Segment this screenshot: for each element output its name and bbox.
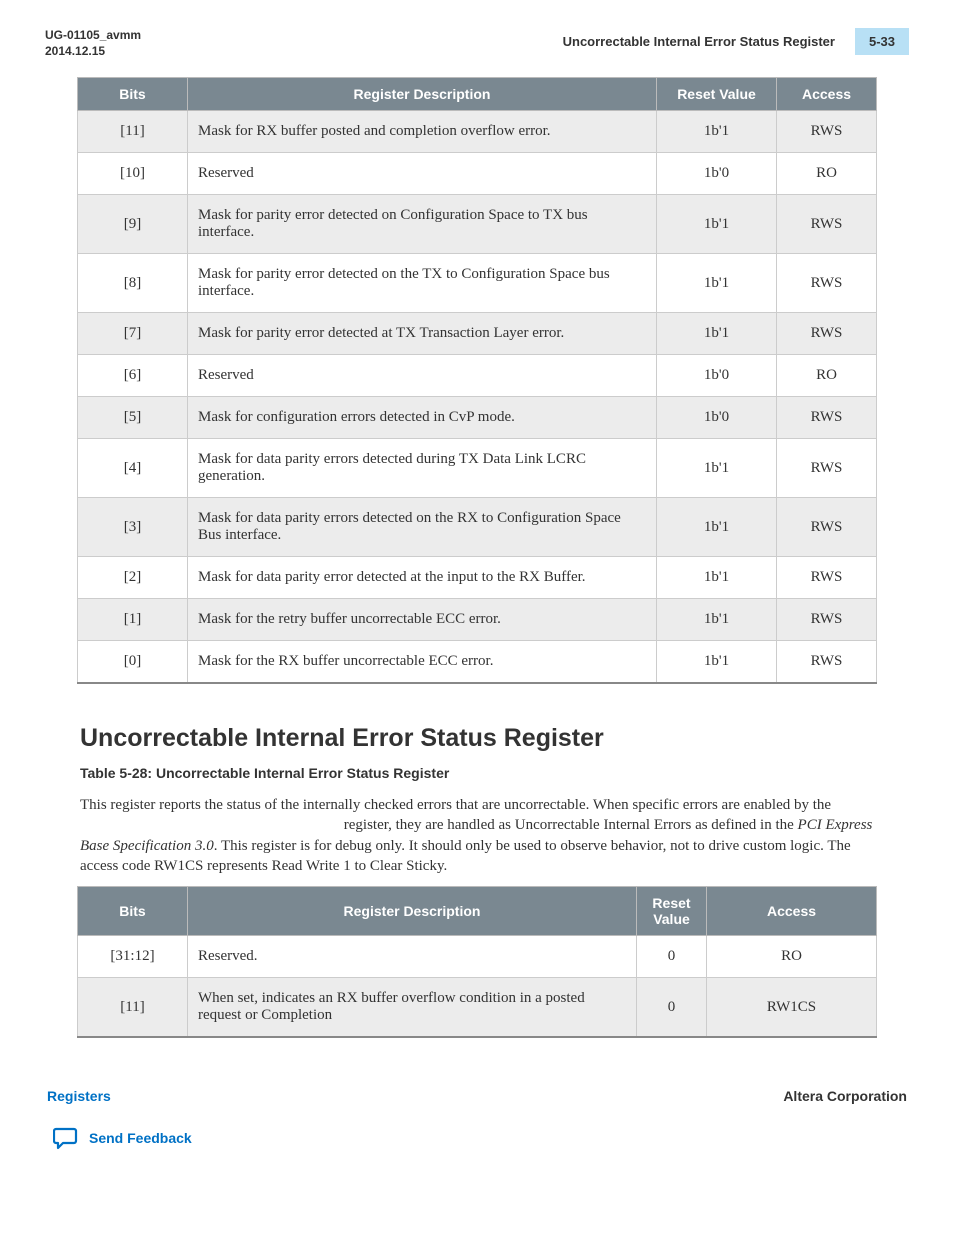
col-reset: Reset Value [637, 887, 707, 936]
cell-bits: [31:12] [78, 936, 188, 978]
cell-reset: 0 [637, 978, 707, 1038]
cell-access: RWS [777, 397, 877, 439]
cell-reset: 1b'0 [657, 153, 777, 195]
cell-bits: [11] [78, 978, 188, 1038]
cell-reset: 1b'1 [657, 641, 777, 684]
table-header-row: Bits Register Description Reset Value Ac… [78, 887, 877, 936]
page-footer: Registers Altera Corporation [45, 1088, 909, 1104]
cell-reset: 1b'1 [657, 439, 777, 498]
cell-access: RWS [777, 599, 877, 641]
cell-desc: Mask for data parity errors detected on … [188, 498, 657, 557]
cell-bits: [3] [78, 498, 188, 557]
col-access: Access [707, 887, 877, 936]
cell-access: RO [777, 153, 877, 195]
cell-reset: 1b'1 [657, 498, 777, 557]
cell-access: RWS [777, 313, 877, 355]
cell-bits: [7] [78, 313, 188, 355]
cell-desc: Mask for the RX buffer uncorrectable ECC… [188, 641, 657, 684]
feedback-icon [53, 1126, 79, 1150]
cell-desc: Mask for the retry buffer uncorrectable … [188, 599, 657, 641]
cell-access: RO [777, 355, 877, 397]
table-row: [11]Mask for RX buffer posted and comple… [78, 111, 877, 153]
page-header: UG-01105_avmm 2014.12.15 Uncorrectable I… [45, 28, 909, 59]
table-caption: Table 5-28: Uncorrectable Internal Error… [80, 765, 909, 781]
table-row: [6]Reserved1b'0RO [78, 355, 877, 397]
cell-desc: Mask for parity error detected on the TX… [188, 254, 657, 313]
table-row: [4]Mask for data parity errors detected … [78, 439, 877, 498]
table-row: [2]Mask for data parity error detected a… [78, 557, 877, 599]
cell-access: RWS [777, 557, 877, 599]
cell-desc: Mask for data parity error detected at t… [188, 557, 657, 599]
cell-reset: 1b'1 [657, 254, 777, 313]
table-row: [8]Mask for parity error detected on the… [78, 254, 877, 313]
cell-access: RWS [777, 439, 877, 498]
send-feedback-link[interactable]: Send Feedback [45, 1126, 909, 1150]
register-table-status: Bits Register Description Reset Value Ac… [77, 886, 877, 1038]
page-number: 5-33 [855, 28, 909, 55]
col-access: Access [777, 78, 877, 111]
table-row: [9]Mask for parity error detected on Con… [78, 195, 877, 254]
cell-access: RWS [777, 254, 877, 313]
doc-id: UG-01105_avmm [45, 28, 141, 44]
footer-chapter: Registers [47, 1088, 111, 1104]
table-header-row: Bits Register Description Reset Value Ac… [78, 78, 877, 111]
section-paragraph: This register reports the status of the … [80, 795, 874, 876]
cell-desc: Reserved. [188, 936, 637, 978]
cell-access: RWS [777, 498, 877, 557]
table-row: [3]Mask for data parity errors detected … [78, 498, 877, 557]
cell-reset: 1b'1 [657, 195, 777, 254]
col-desc: Register Description [188, 78, 657, 111]
table-row: [31:12]Reserved.0RO [78, 936, 877, 978]
register-table-mask: Bits Register Description Reset Value Ac… [77, 77, 877, 684]
table-row: [7]Mask for parity error detected at TX … [78, 313, 877, 355]
cell-desc: Mask for data parity errors detected dur… [188, 439, 657, 498]
cell-access: RWS [777, 111, 877, 153]
header-section-title: Uncorrectable Internal Error Status Regi… [563, 28, 855, 55]
col-desc: Register Description [188, 887, 637, 936]
cell-reset: 1b'1 [657, 111, 777, 153]
para-text: register, they are handled as Uncorrecta… [344, 817, 798, 833]
cell-access: RWS [777, 195, 877, 254]
feedback-label: Send Feedback [89, 1130, 192, 1146]
table-row: [11]When set, indicates an RX buffer ove… [78, 978, 877, 1038]
cell-reset: 1b'0 [657, 397, 777, 439]
cell-desc: When set, indicates an RX buffer overflo… [188, 978, 637, 1038]
doc-info: UG-01105_avmm 2014.12.15 [45, 28, 141, 59]
col-bits: Bits [78, 78, 188, 111]
cell-bits: [10] [78, 153, 188, 195]
cell-desc: Mask for configuration errors detected i… [188, 397, 657, 439]
cell-bits: [8] [78, 254, 188, 313]
cell-access: RO [707, 936, 877, 978]
cell-desc: Mask for parity error detected on Config… [188, 195, 657, 254]
para-text: This register reports the status of the … [80, 797, 831, 813]
cell-desc: Reserved [188, 355, 657, 397]
cell-bits: [6] [78, 355, 188, 397]
table-row: [5]Mask for configuration errors detecte… [78, 397, 877, 439]
cell-bits: [11] [78, 111, 188, 153]
cell-reset: 1b'1 [657, 313, 777, 355]
table-row: [1]Mask for the retry buffer uncorrectab… [78, 599, 877, 641]
footer-company: Altera Corporation [783, 1088, 907, 1104]
cell-desc: Reserved [188, 153, 657, 195]
cell-access: RWS [777, 641, 877, 684]
doc-date: 2014.12.15 [45, 44, 141, 60]
col-bits: Bits [78, 887, 188, 936]
cell-reset: 1b'1 [657, 599, 777, 641]
cell-desc: Mask for parity error detected at TX Tra… [188, 313, 657, 355]
cell-reset: 1b'1 [657, 557, 777, 599]
table-row: [10]Reserved1b'0RO [78, 153, 877, 195]
cell-reset: 0 [637, 936, 707, 978]
col-reset: Reset Value [657, 78, 777, 111]
cell-access: RW1CS [707, 978, 877, 1038]
cell-desc: Mask for RX buffer posted and completion… [188, 111, 657, 153]
cell-bits: [5] [78, 397, 188, 439]
cell-bits: [9] [78, 195, 188, 254]
section-title: Uncorrectable Internal Error Status Regi… [80, 724, 909, 753]
cell-reset: 1b'0 [657, 355, 777, 397]
cell-bits: [1] [78, 599, 188, 641]
table-row: [0]Mask for the RX buffer uncorrectable … [78, 641, 877, 684]
cell-bits: [2] [78, 557, 188, 599]
cell-bits: [0] [78, 641, 188, 684]
cell-bits: [4] [78, 439, 188, 498]
